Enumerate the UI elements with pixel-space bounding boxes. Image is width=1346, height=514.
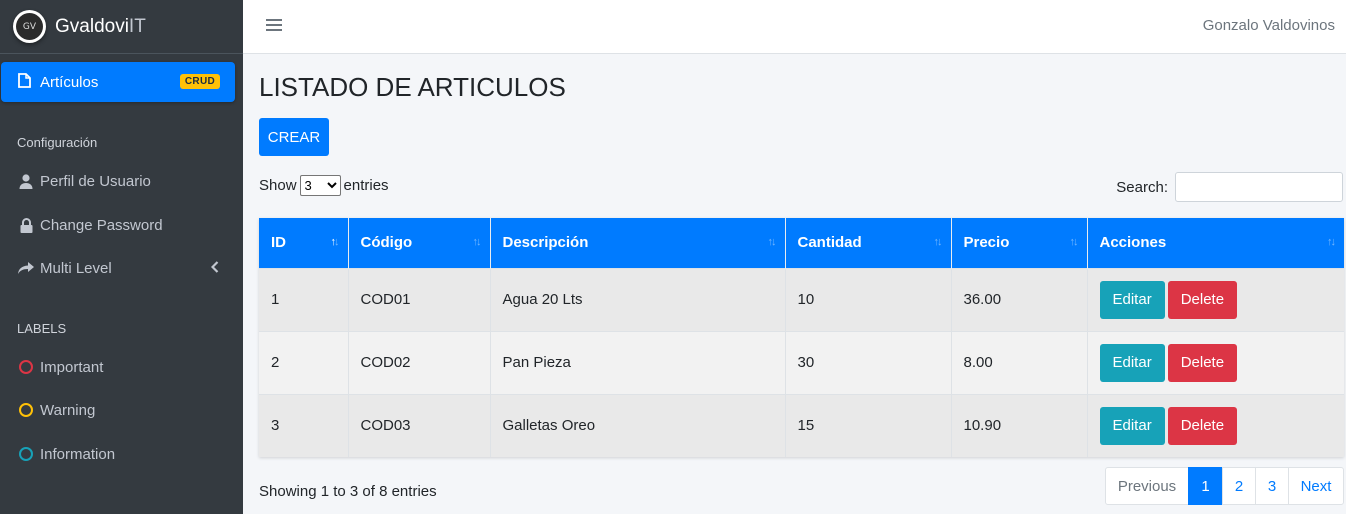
search-label: Search: [1116, 178, 1168, 196]
sidebar-item-label: Change Password [40, 216, 163, 234]
sort-icon: ↑↓ [1069, 236, 1079, 248]
cell-descripcion: Agua 20 Lts [490, 267, 786, 331]
sidebar-item-important[interactable]: Important [17, 354, 227, 380]
sidebar-item-label: Artículos [40, 73, 99, 91]
cell-actions: Editar Delete [1087, 330, 1344, 394]
page-title: LISTADO DE ARTICULOS [259, 72, 566, 102]
brand-logo: GV [13, 10, 46, 43]
sidebar-item-change-password[interactable]: Change Password [17, 212, 227, 238]
cell-precio: 36.00 [951, 267, 1088, 331]
circle-icon-information [17, 447, 35, 461]
nav-header-labels: LABELS [17, 321, 67, 336]
pagination-page-3[interactable]: 3 [1255, 467, 1289, 505]
file-icon [18, 72, 31, 92]
sidebar-item-label: Perfil de Usuario [40, 172, 151, 190]
cell-precio: 8.00 [951, 330, 1088, 394]
sidebar-item-label: Information [40, 445, 116, 463]
brand-link[interactable]: GV GvaldoviIT [0, 0, 243, 54]
table-row: 2 COD02 Pan Pieza 30 8.00 Editar Delete [259, 330, 1344, 394]
sidebar-item-label: Warning [40, 401, 96, 419]
cell-cantidad: 10 [785, 267, 952, 331]
column-header-codigo[interactable]: Código ↑↓ [348, 218, 491, 268]
sidebar-item-articulos[interactable]: Artículos CRUD [1, 62, 235, 102]
share-icon [17, 261, 35, 275]
delete-button[interactable]: Delete [1167, 406, 1238, 445]
page-size-select[interactable]: 3 [299, 175, 341, 196]
edit-button[interactable]: Editar [1099, 406, 1165, 445]
sort-icon: ↑↓ [472, 236, 482, 248]
menu-toggle-icon[interactable] [266, 17, 282, 33]
circle-icon-warning [17, 403, 35, 417]
cell-cantidad: 15 [785, 393, 952, 457]
brand-name-main: Gvaldovi [55, 15, 129, 37]
sidebar-item-perfil-de-usuario[interactable]: Perfil de Usuario [17, 168, 227, 194]
show-label: Show [259, 177, 297, 194]
cell-id: 2 [259, 330, 349, 394]
articles-table: ID ↑↓ Código ↑↓ Descripción ↑↓ Cantidad ↑↓ P… [259, 218, 1344, 457]
cell-cantidad: 30 [785, 330, 952, 394]
sidebar-item-label: Multi Level [40, 259, 112, 277]
sidebar-item-information[interactable]: Information [17, 441, 227, 467]
top-navbar: Gonzalo Valdovinos [243, 0, 1346, 54]
column-header-cantidad[interactable]: Cantidad ↑↓ [785, 218, 952, 268]
pagination-previous[interactable]: Previous [1105, 467, 1189, 505]
cell-actions: Editar Delete [1087, 393, 1344, 457]
search-box: Search: [1116, 172, 1343, 202]
sidebar: GV GvaldoviIT Artículos CRUD Configuraci… [0, 0, 243, 514]
delete-button[interactable]: Delete [1167, 343, 1238, 382]
sort-icon: ↑↓ [933, 236, 943, 248]
nav-header-configuracion: Configuración [17, 135, 98, 150]
table-header-row: ID ↑↓ Código ↑↓ Descripción ↑↓ Cantidad ↑↓ P… [259, 218, 1344, 268]
cell-id: 1 [259, 267, 349, 331]
entries-label: entries [343, 177, 389, 194]
cell-codigo: COD03 [348, 393, 491, 457]
sort-icon: ↑↓ [1327, 236, 1336, 248]
create-button[interactable]: CREAR [259, 118, 329, 156]
brand-name-light: IT [128, 15, 146, 37]
brand-logo-text: GV [16, 13, 43, 40]
cell-descripcion: Pan Pieza [490, 330, 786, 394]
cell-codigo: COD02 [348, 330, 491, 394]
sidebar-item-label: Important [40, 358, 104, 376]
pagination-page-1[interactable]: 1 [1188, 467, 1223, 505]
search-input[interactable] [1175, 172, 1343, 202]
table-info: Showing 1 to 3 of 8 entries [259, 483, 437, 500]
column-header-id[interactable]: ID ↑↓ [259, 218, 349, 268]
column-header-precio[interactable]: Precio ↑↓ [951, 218, 1088, 268]
sort-icon: ↑↓ [767, 236, 777, 248]
cell-descripcion: Galletas Oreo [490, 393, 786, 457]
sidebar-item-multi-level[interactable]: Multi Level [17, 255, 227, 281]
pagination-next[interactable]: Next [1288, 467, 1344, 505]
cell-actions: Editar Delete [1087, 267, 1344, 331]
user-icon [17, 173, 35, 189]
sort-icon: ↑↓ [330, 236, 340, 248]
table-row: 1 COD01 Agua 20 Lts 10 36.00 Editar Delet… [259, 267, 1344, 331]
pagination-page-2[interactable]: 2 [1222, 467, 1256, 505]
column-header-descripcion[interactable]: Descripción ↑↓ [490, 218, 786, 268]
cell-id: 3 [259, 393, 349, 457]
column-header-acciones[interactable]: Acciones ↑↓ [1087, 218, 1344, 268]
chevron-left-icon [210, 260, 219, 277]
cell-precio: 10.90 [951, 393, 1088, 457]
crud-badge: CRUD [179, 74, 220, 89]
lock-icon [17, 217, 35, 233]
edit-button[interactable]: Editar [1099, 343, 1165, 382]
brand-name: GvaldoviIT [55, 16, 146, 38]
user-name[interactable]: Gonzalo Valdovinos [1203, 17, 1335, 34]
circle-icon-important [17, 360, 35, 374]
pagination: Previous 1 2 3 Next [1105, 467, 1344, 505]
edit-button[interactable]: Editar [1099, 280, 1165, 319]
table-row: 3 COD03 Galletas Oreo 15 10.90 Editar Del… [259, 393, 1344, 457]
sidebar-item-warning[interactable]: Warning [17, 397, 227, 423]
delete-button[interactable]: Delete [1167, 280, 1238, 319]
cell-codigo: COD01 [348, 267, 491, 331]
show-entries: Show 3 entries [259, 175, 389, 196]
